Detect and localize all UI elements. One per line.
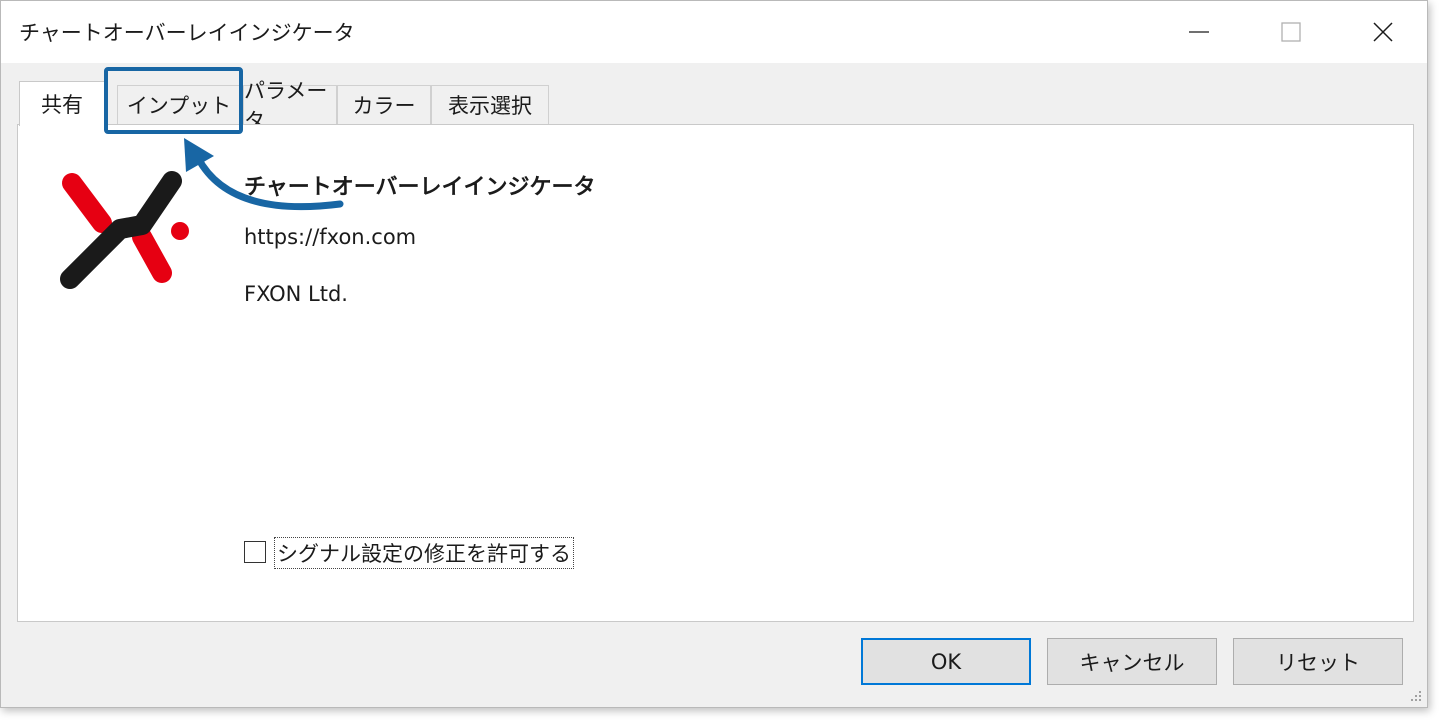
tab-parameters[interactable]: パラメータ xyxy=(243,79,337,133)
title-bar[interactable]: チャートオーバーレイインジケータ xyxy=(1,1,1427,63)
reset-button[interactable]: リセット xyxy=(1233,638,1403,685)
maximize-button[interactable] xyxy=(1245,1,1337,63)
maximize-icon xyxy=(1281,22,1301,42)
ok-button[interactable]: OK xyxy=(861,638,1031,685)
inputs-tab-highlight-box xyxy=(104,67,243,134)
allow-signal-edit-label[interactable]: シグナル設定の修正を許可する xyxy=(274,537,574,569)
tab-colors[interactable]: カラー xyxy=(337,85,431,124)
allow-signal-edit-checkbox[interactable] xyxy=(244,541,266,563)
minimize-icon xyxy=(1189,31,1209,33)
pointer-arrow-icon xyxy=(184,138,344,211)
close-button[interactable] xyxy=(1337,1,1429,63)
resize-grip-icon[interactable] xyxy=(1409,689,1423,703)
tab-visualization[interactable]: 表示選択 xyxy=(431,85,549,124)
cancel-button[interactable]: キャンセル xyxy=(1047,638,1217,685)
close-icon xyxy=(1373,22,1393,42)
indicator-company: FXON Ltd. xyxy=(244,282,348,306)
window-title: チャートオーバーレイインジケータ xyxy=(19,21,355,45)
tab-shared[interactable]: 共有 xyxy=(19,81,105,126)
indicator-url: https://fxon.com xyxy=(244,225,417,249)
minimize-button[interactable] xyxy=(1153,1,1245,63)
